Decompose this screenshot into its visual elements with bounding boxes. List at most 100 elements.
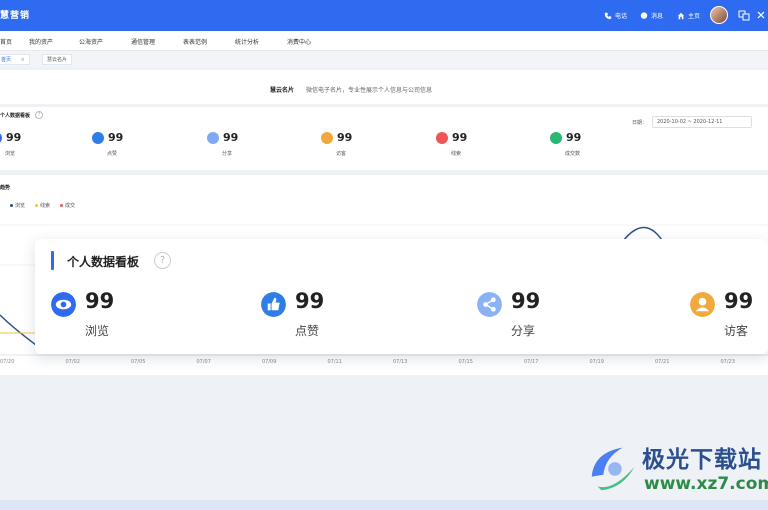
stat-value: 99 xyxy=(223,131,239,144)
stat-shares: 99 分享 xyxy=(207,131,257,161)
message-link[interactable]: 消息 xyxy=(640,11,663,20)
phone-label: 电话 xyxy=(615,13,628,20)
x-tick-label: 07/20 xyxy=(0,359,14,365)
message-icon xyxy=(640,11,648,19)
tab-home[interactable]: 首页 × xyxy=(0,54,30,65)
translate-icon[interactable] xyxy=(738,9,750,21)
thumbs-up-icon xyxy=(261,292,286,317)
message-label: 消息 xyxy=(651,13,664,20)
x-tick-label: 07/07 xyxy=(197,359,211,365)
menu-item-forms[interactable]: 表表范例 xyxy=(183,37,207,46)
legend-item-deals[interactable]: 成交 xyxy=(60,202,75,209)
stat-value: 99 xyxy=(724,289,754,313)
stat-value: 99 xyxy=(85,289,115,313)
x-tick-label: 07/15 xyxy=(459,359,473,365)
leads-icon xyxy=(436,132,448,144)
menu-item-home[interactable]: 首页 xyxy=(0,37,12,46)
legend-label: 线索 xyxy=(40,203,51,209)
close-icon[interactable] xyxy=(755,9,767,21)
eye-icon xyxy=(0,132,2,144)
top-bar: 慧营销 电话 消息 主页 xyxy=(0,0,768,31)
phone-icon xyxy=(604,12,612,19)
stat-visitors: 99 访客 xyxy=(321,131,371,161)
bottom-strip xyxy=(0,500,768,510)
stat-label: 线索 xyxy=(451,151,462,157)
big-stat-shares: 99 分享 xyxy=(477,289,597,344)
big-stat-views: 99 浏览 xyxy=(51,289,171,344)
thumbs-up-icon xyxy=(92,132,104,144)
stat-likes: 99 点赞 xyxy=(92,131,142,161)
stat-leads: 99 线索 xyxy=(436,131,486,161)
stat-value: 99 xyxy=(566,131,582,144)
trophy-icon xyxy=(550,132,562,144)
date-range-picker[interactable]: 2020-10-02 ~ 2020-12-11 xyxy=(652,116,752,128)
x-tick-label: 07/09 xyxy=(262,359,276,365)
banner-title: 慧云名片 xyxy=(270,87,295,94)
card-title: 个人数据看板 xyxy=(67,255,140,269)
phone-link[interactable]: 电话 xyxy=(604,11,627,20)
help-icon[interactable]: ? xyxy=(35,111,43,119)
banner-description: 微信电子名片，专业性展示个人信息与公司信息 xyxy=(306,87,433,94)
x-tick-label: 07/17 xyxy=(524,359,538,365)
stat-value: 99 xyxy=(295,289,325,313)
menu-item-communication[interactable]: 通信管理 xyxy=(131,37,155,46)
stat-label: 成交数 xyxy=(565,151,581,157)
home-link[interactable]: 主页 xyxy=(677,11,700,20)
menu-item-my-assets[interactable]: 我的资产 xyxy=(29,37,53,46)
legend-label: 浏览 xyxy=(15,203,26,209)
stat-label: 访客 xyxy=(724,324,749,338)
tab-home-label: 首页 xyxy=(1,57,12,63)
banner: 慧云名片 微信电子名片，专业性展示个人信息与公司信息 xyxy=(0,70,768,104)
legend-item-leads[interactable]: 线索 xyxy=(35,202,50,209)
stat-label: 浏览 xyxy=(85,324,110,338)
stat-value: 99 xyxy=(511,289,541,313)
x-tick-label: 07/05 xyxy=(131,359,145,365)
watermark-url: www.xz7.com xyxy=(644,474,768,494)
stat-label: 分享 xyxy=(511,324,536,338)
stat-label: 浏览 xyxy=(5,151,16,157)
tab-card-label: 慧云名片 xyxy=(47,57,68,63)
stat-label: 访客 xyxy=(336,151,347,157)
menu-item-statistics[interactable]: 统计分析 xyxy=(235,37,259,46)
brand-name: 慧营销 xyxy=(0,11,31,21)
x-tick-label: 07/02 xyxy=(66,359,80,365)
stat-deals: 99 成交数 xyxy=(550,131,600,161)
stat-value: 99 xyxy=(108,131,124,144)
tab-strip: 首页 × 慧云名片 xyxy=(0,51,768,67)
chart-legend: 浏览 线索 成交 xyxy=(10,202,75,209)
main-menu: 首页 我的资产 公海资产 通信管理 表表范例 统计分析 消费中心 xyxy=(0,31,768,51)
stat-label: 分享 xyxy=(222,151,233,157)
legend-item-views[interactable]: 浏览 xyxy=(10,202,25,209)
tab-card[interactable]: 慧云名片 xyxy=(42,54,73,65)
eye-icon xyxy=(51,292,76,317)
big-stat-visitors: 99 访客 xyxy=(690,289,768,344)
avatar[interactable] xyxy=(710,6,728,24)
x-tick-label: 07/23 xyxy=(721,359,735,365)
stat-views: 99 浏览 xyxy=(0,131,40,161)
user-icon xyxy=(321,132,333,144)
stat-label: 点赞 xyxy=(295,324,320,338)
tab-close-icon[interactable]: × xyxy=(21,57,25,63)
stat-value: 99 xyxy=(337,131,353,144)
big-stat-likes: 99 点赞 xyxy=(261,289,381,344)
watermark-name: 极光下载站 xyxy=(642,447,762,473)
x-tick-label: 07/13 xyxy=(393,359,407,365)
stat-value: 99 xyxy=(6,131,22,144)
x-tick-label: 07/11 xyxy=(328,359,342,365)
user-icon xyxy=(690,292,715,317)
x-tick-label: 07/21 xyxy=(655,359,669,365)
title-accent-bar xyxy=(51,251,54,270)
menu-item-consumption[interactable]: 消费中心 xyxy=(287,37,311,46)
menu-item-public-assets[interactable]: 公海资产 xyxy=(79,37,103,46)
stat-value: 99 xyxy=(452,131,468,144)
watermark-logo-icon xyxy=(591,447,635,491)
home-icon xyxy=(677,12,685,19)
panel-title: 个人数据看板 xyxy=(0,113,31,119)
series-line-views-start xyxy=(0,314,37,346)
legend-label: 成交 xyxy=(65,203,76,209)
home-label: 主页 xyxy=(688,13,701,20)
x-tick-label: 07/19 xyxy=(590,359,604,365)
help-icon[interactable]: ? xyxy=(154,252,171,269)
share-icon xyxy=(207,132,219,144)
chart-title: 趋势 xyxy=(0,185,11,191)
